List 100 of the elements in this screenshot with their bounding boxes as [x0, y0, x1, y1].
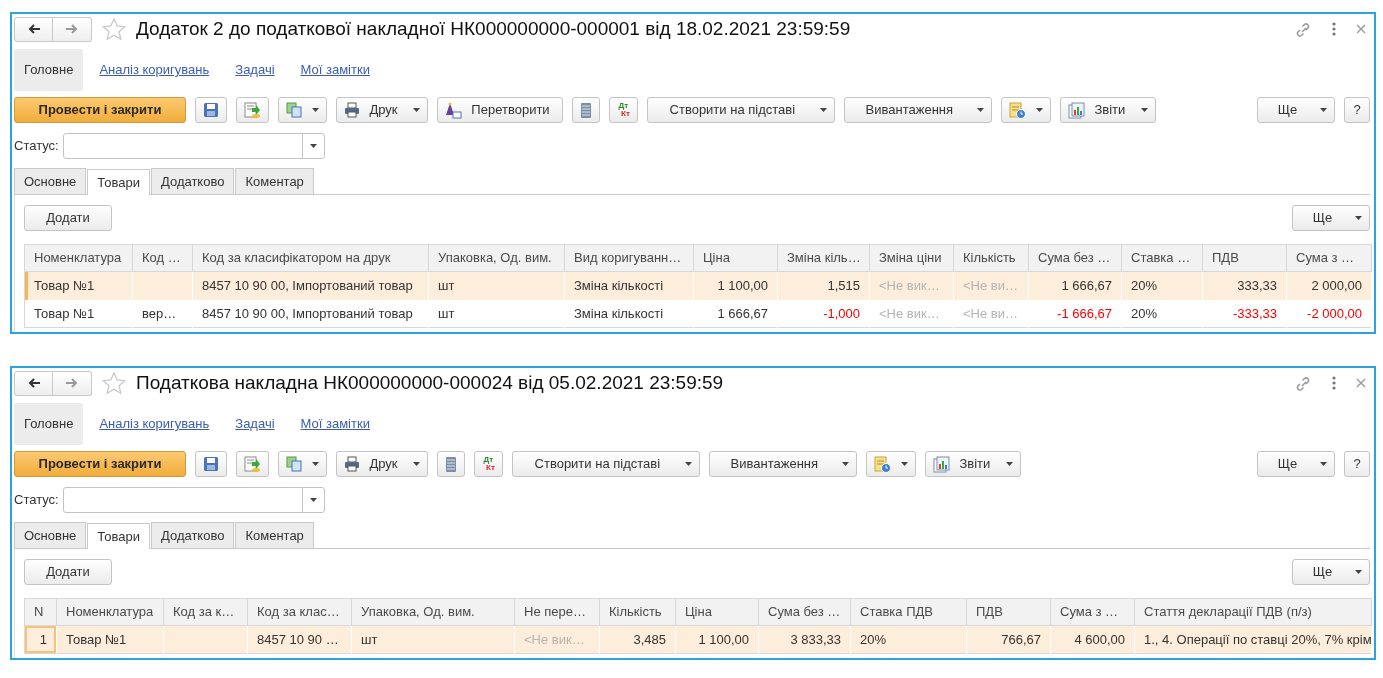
- caret-icon: [312, 462, 319, 466]
- column-header[interactable]: Зміна ціни: [869, 244, 954, 272]
- status-label: Статус:: [14, 137, 59, 156]
- tab[interactable]: Основне: [14, 522, 87, 548]
- column-header[interactable]: Номенклатура: [24, 244, 133, 272]
- column-header[interactable]: Упаковка, Од. вим.: [351, 598, 515, 626]
- column-header[interactable]: Код за класифікатором на друк: [192, 244, 429, 272]
- column-header[interactable]: Ставка ПДВ: [850, 598, 967, 626]
- post-button[interactable]: [236, 451, 269, 477]
- more-button[interactable]: Ще: [1292, 205, 1370, 231]
- printer-icon: [344, 456, 360, 472]
- save-button[interactable]: [195, 451, 227, 477]
- table-cell: 8457 10 90 00, Імпортований товар: [192, 299, 429, 328]
- tab[interactable]: Товари: [87, 523, 150, 549]
- table-cell: 333,33: [1202, 271, 1287, 300]
- tab[interactable]: Коментар: [235, 522, 314, 548]
- status-field[interactable]: [62, 133, 325, 159]
- column-header[interactable]: Упаковка, Од. вим.: [428, 244, 565, 272]
- add-button[interactable]: Додати: [24, 205, 112, 231]
- accounting-entries-button[interactable]: Дт Кт: [609, 97, 638, 123]
- column-header[interactable]: Сума з …: [1050, 598, 1135, 626]
- tab[interactable]: Додатково: [151, 522, 235, 548]
- nav-link[interactable]: Мої замітки: [290, 403, 380, 445]
- star-icon[interactable]: [102, 371, 126, 395]
- nav-link[interactable]: Аналіз коригувань: [89, 403, 220, 445]
- nav-link[interactable]: Задачі: [225, 403, 285, 445]
- column-header[interactable]: Ціна: [675, 598, 759, 626]
- copy-button[interactable]: [278, 451, 327, 477]
- accounting-entries-button[interactable]: Дт Кт: [474, 451, 503, 477]
- column-header[interactable]: Ставка …: [1121, 244, 1203, 272]
- tab[interactable]: Основне: [14, 168, 87, 194]
- column-header[interactable]: Код за к…: [163, 598, 248, 626]
- toolbar-button[interactable]: Ще: [1257, 451, 1335, 477]
- column-header[interactable]: Номенклатура: [56, 598, 164, 626]
- history-button[interactable]: [865, 451, 916, 477]
- column-header[interactable]: ПДВ: [966, 598, 1051, 626]
- tab[interactable]: Додатково: [151, 168, 235, 194]
- column-header[interactable]: Вид коригуванн…: [564, 244, 694, 272]
- add-button[interactable]: Додати: [24, 559, 112, 585]
- nav-link[interactable]: Аналіз коригувань: [89, 49, 220, 91]
- caret-icon: [312, 108, 319, 112]
- link-icon[interactable]: [1295, 20, 1312, 38]
- tab[interactable]: Товари: [87, 169, 150, 195]
- column-header[interactable]: Не пере…: [514, 598, 600, 626]
- copy-button[interactable]: [278, 97, 327, 123]
- status-label: Статус:: [14, 491, 59, 510]
- column-header[interactable]: Кількість: [599, 598, 676, 626]
- caret-icon: [841, 462, 849, 466]
- toolbar-button[interactable]: ?: [1344, 97, 1370, 123]
- reports-button[interactable]: Звіти: [1059, 97, 1156, 123]
- reports-button[interactable]: Звіти: [924, 451, 1021, 477]
- window-title: Податкова накладна НК000000000-000024 від 05.02.2021 23:59:59: [136, 370, 724, 395]
- table-cell: 1 100,00: [675, 625, 759, 654]
- toolbar-button[interactable]: Вивантаження: [708, 451, 857, 477]
- close-icon[interactable]: [1356, 24, 1366, 34]
- list-button[interactable]: [437, 451, 465, 477]
- nav-link[interactable]: Головне: [14, 403, 84, 445]
- column-header[interactable]: Сума без …: [758, 598, 851, 626]
- toolbar-button[interactable]: Створити на підставі: [511, 451, 700, 477]
- table-cell: 1,515: [777, 271, 870, 300]
- column-header[interactable]: ПДВ: [1202, 244, 1287, 272]
- column-header[interactable]: Код за клас…: [247, 598, 352, 626]
- table-cell: -333,33: [1202, 299, 1287, 328]
- link-icon[interactable]: [1295, 374, 1312, 392]
- post-and-close-button[interactable]: Провести і закрити: [14, 97, 186, 123]
- more-button[interactable]: Ще: [1292, 559, 1370, 585]
- list-button[interactable]: [572, 97, 600, 123]
- nav-link[interactable]: Задачі: [225, 49, 285, 91]
- toolbar-button[interactable]: Створити на підставі: [646, 97, 835, 123]
- column-header[interactable]: Стаття декларації ПДВ (п/з): [1134, 598, 1372, 626]
- column-header[interactable]: Сума без …: [1028, 244, 1122, 272]
- more-icon[interactable]: [1332, 22, 1336, 36]
- close-icon[interactable]: [1356, 378, 1366, 388]
- back-button[interactable]: [14, 16, 53, 42]
- post-button[interactable]: [236, 97, 269, 123]
- print-button[interactable]: Друк: [336, 97, 428, 123]
- toolbar-button[interactable]: ?: [1344, 451, 1370, 477]
- tab[interactable]: Коментар: [235, 168, 314, 194]
- star-icon[interactable]: [102, 17, 126, 41]
- save-button[interactable]: [195, 97, 227, 123]
- column-header[interactable]: Кількість: [953, 244, 1029, 272]
- back-button[interactable]: [14, 370, 53, 396]
- column-header[interactable]: Зміна кіль…: [777, 244, 870, 272]
- table-cell: -1 666,67: [1028, 299, 1122, 328]
- post-and-close-button[interactable]: Провести і закрити: [14, 451, 186, 477]
- convert-button[interactable]: Перетворити: [437, 97, 563, 123]
- toolbar-button[interactable]: Вивантаження: [843, 97, 992, 123]
- toolbar-button[interactable]: Ще: [1257, 97, 1335, 123]
- print-button[interactable]: Друк: [336, 451, 428, 477]
- history-button[interactable]: [1000, 97, 1051, 123]
- more-icon[interactable]: [1332, 376, 1336, 390]
- list-icon: [580, 101, 592, 119]
- nav-link[interactable]: Мої замітки: [290, 49, 380, 91]
- column-header[interactable]: Ціна: [693, 244, 778, 272]
- caret-icon: [1355, 570, 1362, 574]
- column-header[interactable]: Код …: [132, 244, 193, 272]
- status-field[interactable]: [62, 487, 325, 513]
- column-header[interactable]: N: [24, 598, 57, 626]
- nav-link[interactable]: Головне: [14, 49, 84, 91]
- column-header[interactable]: Сума з …: [1286, 244, 1372, 272]
